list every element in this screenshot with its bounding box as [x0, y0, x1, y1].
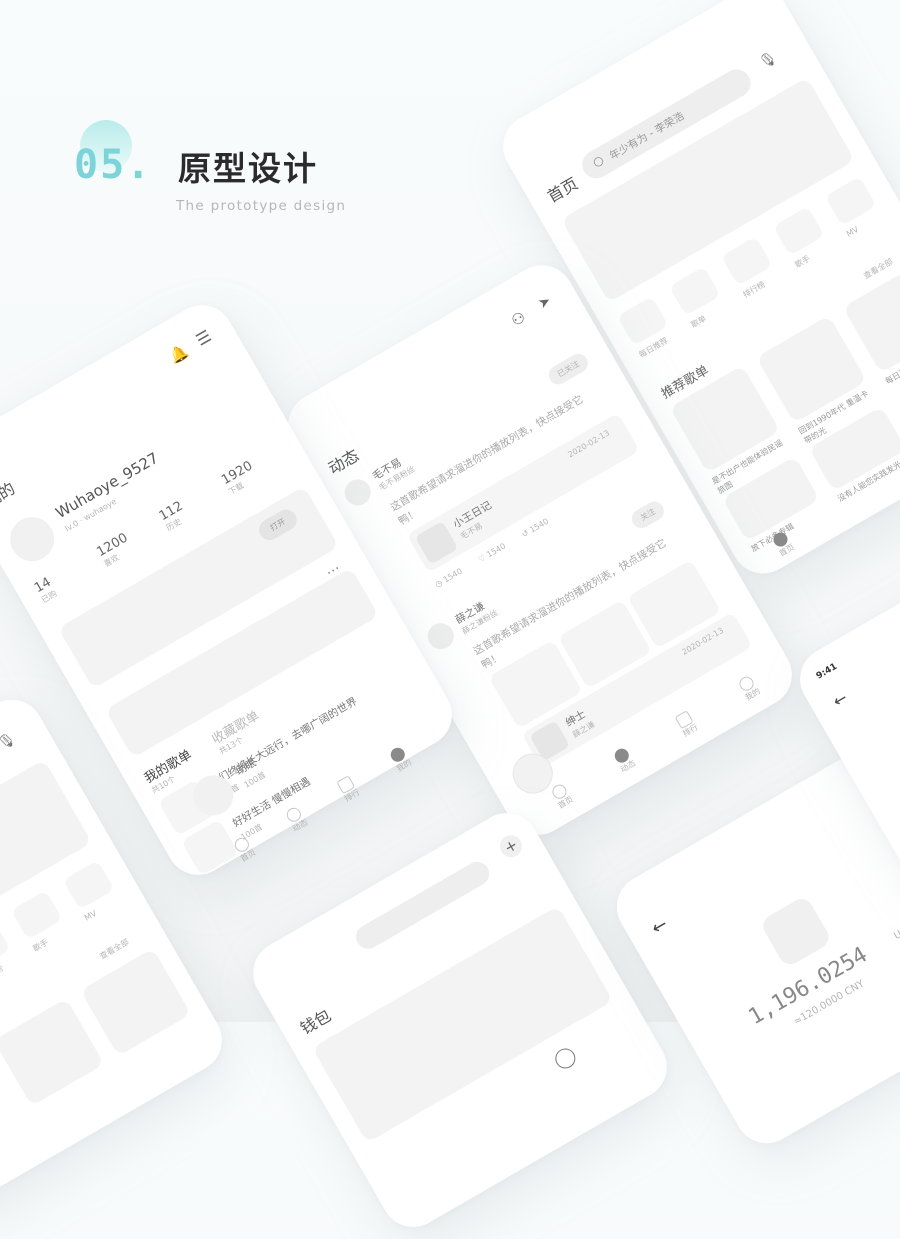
nav-home[interactable]: 首页	[221, 829, 268, 871]
category-item[interactable]: 每日推荐	[617, 292, 684, 360]
section-number-badge: 05.	[74, 118, 154, 188]
balance-unit: UE	[892, 925, 900, 943]
follow-button[interactable]: 关注	[628, 498, 668, 532]
token-logo	[759, 894, 833, 969]
playlist-cover[interactable]	[0, 998, 105, 1107]
avatar[interactable]	[2, 509, 63, 570]
category-item[interactable]: 歌单	[668, 262, 736, 330]
wallet-title: 钱包	[297, 1005, 335, 1039]
menu-icon[interactable]: ☰	[193, 326, 215, 350]
wallet-search[interactable]	[351, 857, 494, 954]
mine-title: 我的	[0, 478, 19, 512]
see-all-link[interactable]: 查看全部	[98, 936, 131, 962]
share-count[interactable]: ↺ 1540	[520, 517, 550, 540]
phone-wallet: + 钱包	[241, 801, 679, 1239]
mic-icon[interactable]: 🎙	[0, 730, 19, 753]
feed-title: 动态	[325, 445, 363, 479]
nav-mine[interactable]: 我的	[726, 668, 773, 710]
like-count-value: 1540	[485, 541, 508, 560]
search-icon: ○	[590, 152, 607, 170]
nav-rank[interactable]: 排行	[325, 769, 372, 811]
nav-mine[interactable]: 我的	[377, 739, 424, 781]
category-item[interactable]: MV	[824, 172, 891, 239]
category-item[interactable]: MV	[62, 856, 129, 923]
stat-item[interactable]: 112 历史	[157, 476, 231, 534]
category-item[interactable]: 排行榜	[720, 232, 788, 300]
username: Wuhaoye_9527	[52, 448, 162, 523]
back-icon[interactable]: ←	[648, 914, 672, 940]
avatar[interactable]	[423, 618, 459, 654]
status-time: 9:41	[814, 661, 840, 682]
back-icon[interactable]: ←	[829, 688, 850, 711]
like-count[interactable]: ♡ 1540	[477, 541, 508, 564]
follow-button[interactable]: 已关注	[545, 350, 592, 388]
section-title: 原型设计	[178, 149, 318, 188]
nav-feed[interactable]: 动态	[273, 799, 320, 841]
mic-icon[interactable]: 🎙	[757, 49, 780, 72]
nav-home[interactable]: 首页	[770, 529, 796, 559]
section-subtitle: The prototype design	[176, 198, 347, 214]
playlist-cover[interactable]	[80, 948, 191, 1057]
wallet-action-icon[interactable]	[551, 1044, 580, 1073]
add-icon[interactable]: +	[495, 831, 526, 862]
home-title: 首页	[544, 173, 582, 207]
stat-item[interactable]: 1200 喜欢	[94, 512, 168, 570]
song-cover	[414, 520, 459, 565]
avatar[interactable]	[340, 474, 376, 511]
category-item[interactable]: 歌手	[10, 886, 78, 954]
open-button[interactable]: 打开	[255, 505, 301, 544]
post-date: 2020-02-13	[566, 428, 612, 460]
nav-feed[interactable]: 动态	[601, 740, 648, 782]
see-all-link[interactable]: 查看全部	[862, 256, 895, 282]
share-count-value: 1540	[528, 516, 551, 535]
add-friend-icon[interactable]: ⚇	[508, 308, 529, 330]
stat-item[interactable]: 1920 下载	[219, 440, 293, 498]
category-item[interactable]: 歌手	[772, 202, 840, 270]
play-count-value: 1540	[441, 566, 464, 585]
bell-icon[interactable]: 🔔	[166, 342, 191, 367]
nav-rank[interactable]: 排行	[663, 704, 710, 746]
send-icon[interactable]: ➤	[536, 293, 554, 313]
category-label: 排行榜	[0, 963, 5, 984]
section-number: 05.	[74, 142, 153, 188]
play-count: ◷ 1540	[433, 566, 464, 590]
